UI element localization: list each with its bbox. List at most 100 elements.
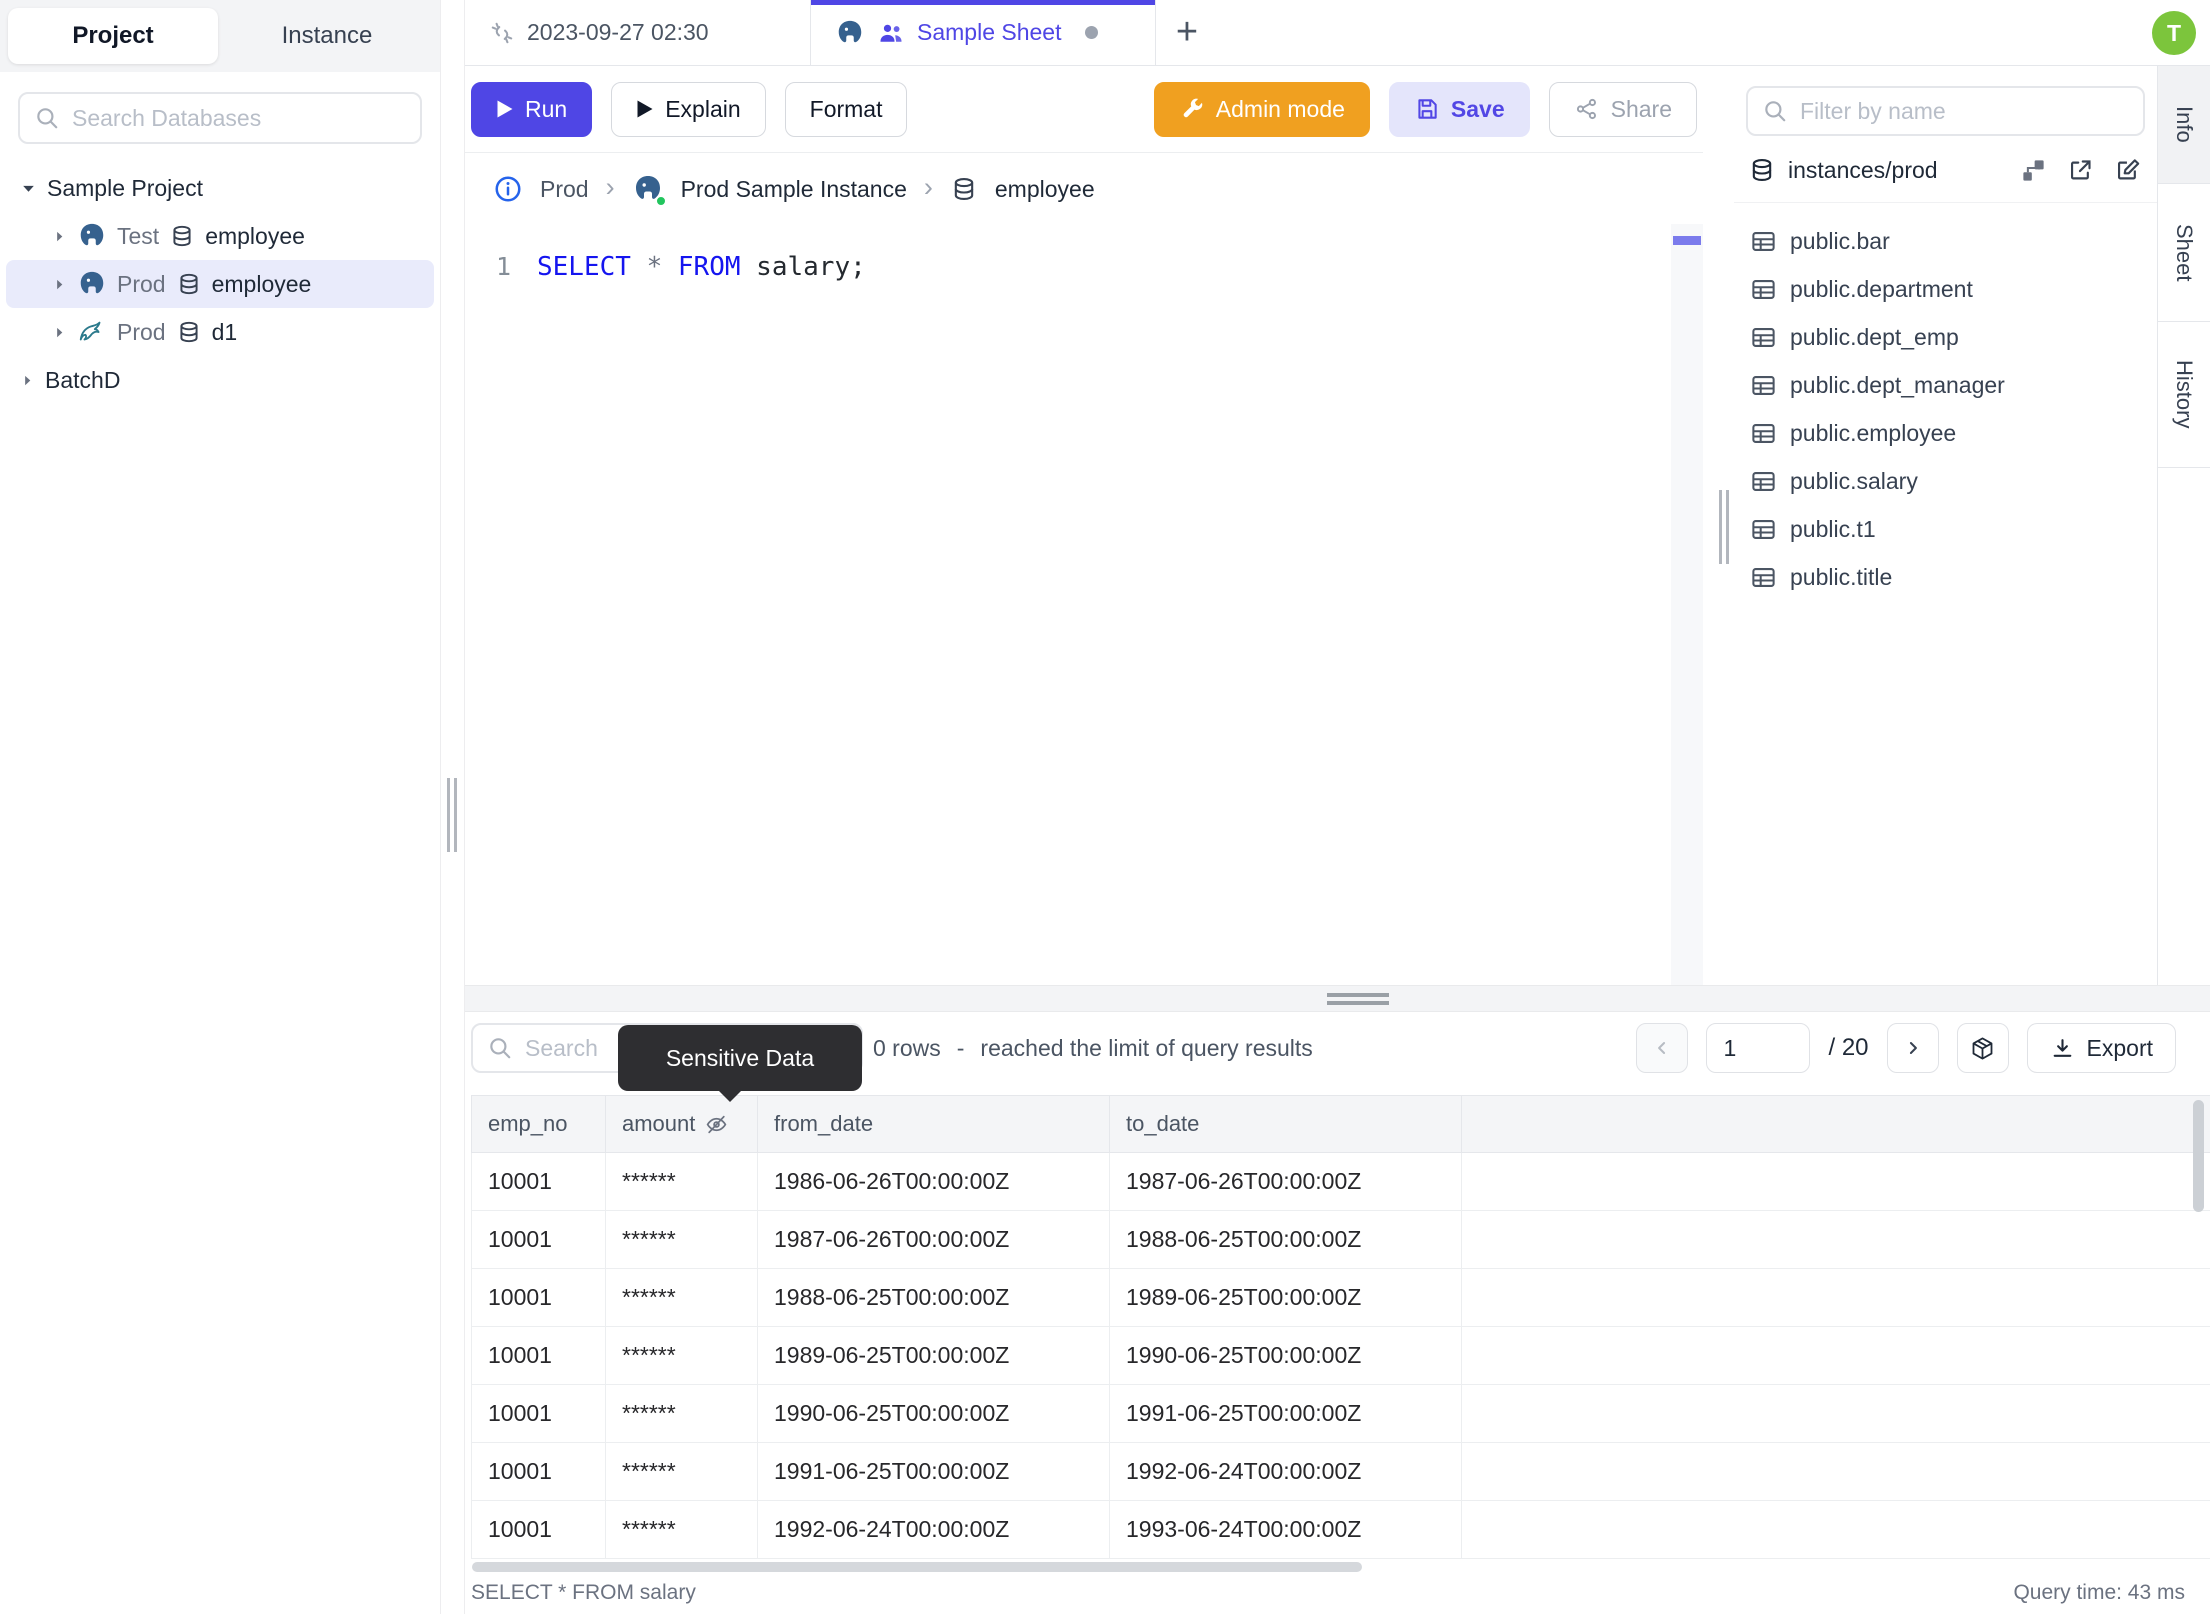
table-list-item[interactable]: public.t1 bbox=[1734, 505, 2157, 553]
sensitive-data-tooltip: Sensitive Data bbox=[618, 1025, 862, 1102]
sql-editor[interactable]: 1 SELECT * FROM salary; bbox=[465, 224, 1671, 985]
database-icon bbox=[176, 271, 202, 297]
tree-db-test-employee[interactable]: Test employee bbox=[6, 212, 434, 260]
column-header[interactable]: to_date bbox=[1110, 1096, 1462, 1152]
results-table: emp_no amount from_date to_date 10001 ***… bbox=[471, 1095, 2210, 1559]
instance-path-label: instances/prod bbox=[1788, 156, 1938, 183]
column-header-masked[interactable]: amount bbox=[606, 1096, 758, 1152]
dash: - bbox=[956, 1034, 965, 1061]
table-icon bbox=[1750, 516, 1777, 543]
download-icon bbox=[2050, 1036, 2075, 1061]
table-icon bbox=[1750, 372, 1777, 399]
caret-right-icon[interactable] bbox=[52, 277, 67, 292]
table-icon bbox=[1750, 420, 1777, 447]
edit-sheet-icon[interactable] bbox=[2114, 157, 2141, 184]
tree-db-prod-employee[interactable]: Prod employee bbox=[6, 260, 434, 308]
prev-page-button[interactable] bbox=[1636, 1023, 1689, 1073]
right-panel-resize-handle[interactable] bbox=[1703, 66, 1734, 985]
table-filter[interactable] bbox=[1746, 86, 2145, 136]
table-row[interactable]: 10001 ****** 1991-06-25T00:00:00Z 1992-06-2… bbox=[471, 1443, 2210, 1501]
database-icon bbox=[169, 223, 195, 249]
export-button[interactable]: Export bbox=[2026, 1023, 2176, 1073]
external-link-icon[interactable] bbox=[2067, 157, 2094, 184]
table-row[interactable]: 10001 ****** 1989-06-25T00:00:00Z 1990-06-2… bbox=[471, 1327, 2210, 1385]
user-avatar[interactable]: T bbox=[2152, 11, 2196, 55]
page-number-input[interactable] bbox=[1706, 1023, 1811, 1073]
sidebar-resize-handle[interactable] bbox=[440, 0, 465, 1614]
table-list-item[interactable]: public.salary bbox=[1734, 457, 2157, 505]
table-list-item[interactable]: public.dept_manager bbox=[1734, 361, 2157, 409]
team-icon bbox=[877, 19, 905, 47]
raw-data-cube-button[interactable] bbox=[1956, 1023, 2009, 1073]
table-list-item[interactable]: public.employee bbox=[1734, 409, 2157, 457]
limit-text: reached the limit of query results bbox=[980, 1034, 1313, 1061]
tab-project[interactable]: Project bbox=[8, 8, 218, 64]
info-circle-icon[interactable] bbox=[493, 174, 523, 204]
table-list-item[interactable]: public.dept_emp bbox=[1734, 313, 2157, 361]
search-icon bbox=[34, 105, 60, 131]
code-line[interactable]: 1 SELECT * FROM salary; bbox=[465, 224, 1671, 288]
table-icon bbox=[1750, 276, 1777, 303]
next-page-button[interactable] bbox=[1886, 1023, 1939, 1073]
postgresql-icon bbox=[835, 18, 865, 48]
table-list-item[interactable]: public.department bbox=[1734, 265, 2157, 313]
share-icon bbox=[1574, 96, 1600, 122]
share-button[interactable]: Share bbox=[1548, 81, 1697, 137]
table-row[interactable]: 10001 ****** 1990-06-25T00:00:00Z 1991-06-2… bbox=[471, 1385, 2210, 1443]
connection-breadcrumb: Prod › Prod Sample Instance › employee bbox=[465, 154, 1703, 224]
table-row[interactable]: 10001 ****** 1987-06-26T00:00:00Z 1988-06-2… bbox=[471, 1211, 2210, 1269]
tree-db-prod-d1[interactable]: Prod d1 bbox=[6, 308, 434, 356]
explain-button[interactable]: Explain bbox=[611, 81, 766, 137]
sheet-tab-active[interactable]: Sample Sheet bbox=[811, 0, 1156, 65]
table-row[interactable]: 10001 ****** 1988-06-25T00:00:00Z 1989-06-2… bbox=[471, 1269, 2210, 1327]
breadcrumb-instance[interactable]: Prod Sample Instance bbox=[681, 176, 907, 203]
format-button[interactable]: Format bbox=[784, 81, 908, 137]
right-side-tabs: Info Sheet History bbox=[2157, 66, 2210, 985]
new-tab-button[interactable]: + bbox=[1156, 0, 1218, 65]
table-icon bbox=[1750, 324, 1777, 351]
editor-toolbar: Run Explain Format Admin mode Save Share bbox=[465, 66, 1703, 153]
tab-instance[interactable]: Instance bbox=[222, 8, 432, 64]
run-button[interactable]: Run bbox=[471, 81, 593, 137]
vertical-scrollbar[interactable] bbox=[2193, 1100, 2204, 1212]
database-search[interactable] bbox=[18, 92, 422, 144]
sheet-tab-label: 2023-09-27 02:30 bbox=[527, 19, 709, 45]
tab-info[interactable]: Info bbox=[2158, 66, 2210, 184]
horizontal-scrollbar[interactable] bbox=[472, 1562, 1362, 1572]
instance-online-dot bbox=[654, 195, 667, 207]
results-table-header: emp_no amount from_date to_date bbox=[471, 1095, 2210, 1153]
tab-history[interactable]: History bbox=[2158, 322, 2210, 468]
tree-project-sample[interactable]: Sample Project bbox=[6, 164, 434, 212]
play-icon bbox=[636, 99, 654, 119]
breadcrumb-environment[interactable]: Prod bbox=[540, 176, 589, 203]
caret-right-icon[interactable] bbox=[52, 229, 67, 244]
breadcrumb-database[interactable]: employee bbox=[995, 176, 1095, 203]
caret-right-icon[interactable] bbox=[52, 325, 67, 340]
table-list-item[interactable]: public.title bbox=[1734, 553, 2157, 601]
database-tree: Sample Project Test employee Prod employ… bbox=[0, 158, 440, 404]
column-header[interactable]: from_date bbox=[758, 1096, 1110, 1152]
caret-right-icon bbox=[20, 373, 35, 388]
save-button[interactable]: Save bbox=[1388, 81, 1530, 137]
database-search-input[interactable] bbox=[72, 104, 406, 132]
tree-project-batchd[interactable]: BatchD bbox=[6, 356, 434, 404]
table-row[interactable]: 10001 ****** 1986-06-26T00:00:00Z 1987-06-2… bbox=[471, 1153, 2210, 1211]
eye-off-icon[interactable] bbox=[704, 1112, 729, 1137]
table-row[interactable]: 10001 ****** 1992-06-24T00:00:00Z 1993-06-2… bbox=[471, 1501, 2210, 1559]
sheet-tab-unsaved[interactable]: 2023-09-27 02:30 bbox=[465, 0, 811, 65]
query-results-panel: 0 rows - reached the limit of query resu… bbox=[465, 1012, 2210, 1572]
wrench-icon bbox=[1179, 96, 1205, 122]
mysql-icon bbox=[77, 317, 107, 347]
table-list-item[interactable]: public.bar bbox=[1734, 217, 2157, 265]
results-resize-handle[interactable] bbox=[465, 985, 2210, 1012]
editor-minimap[interactable] bbox=[1671, 224, 1703, 985]
admin-mode-button[interactable]: Admin mode bbox=[1153, 81, 1370, 137]
row-count: 0 rows bbox=[873, 1034, 941, 1061]
column-header[interactable]: emp_no bbox=[471, 1096, 606, 1152]
tab-sheet[interactable]: Sheet bbox=[2158, 184, 2210, 322]
query-time: Query time: 43 ms bbox=[2013, 1581, 2185, 1604]
unsaved-dot bbox=[1085, 26, 1099, 39]
table-filter-input[interactable] bbox=[1800, 97, 2129, 125]
schema-diagram-icon[interactable] bbox=[2020, 157, 2047, 184]
tree-env-label: Test bbox=[117, 222, 160, 249]
